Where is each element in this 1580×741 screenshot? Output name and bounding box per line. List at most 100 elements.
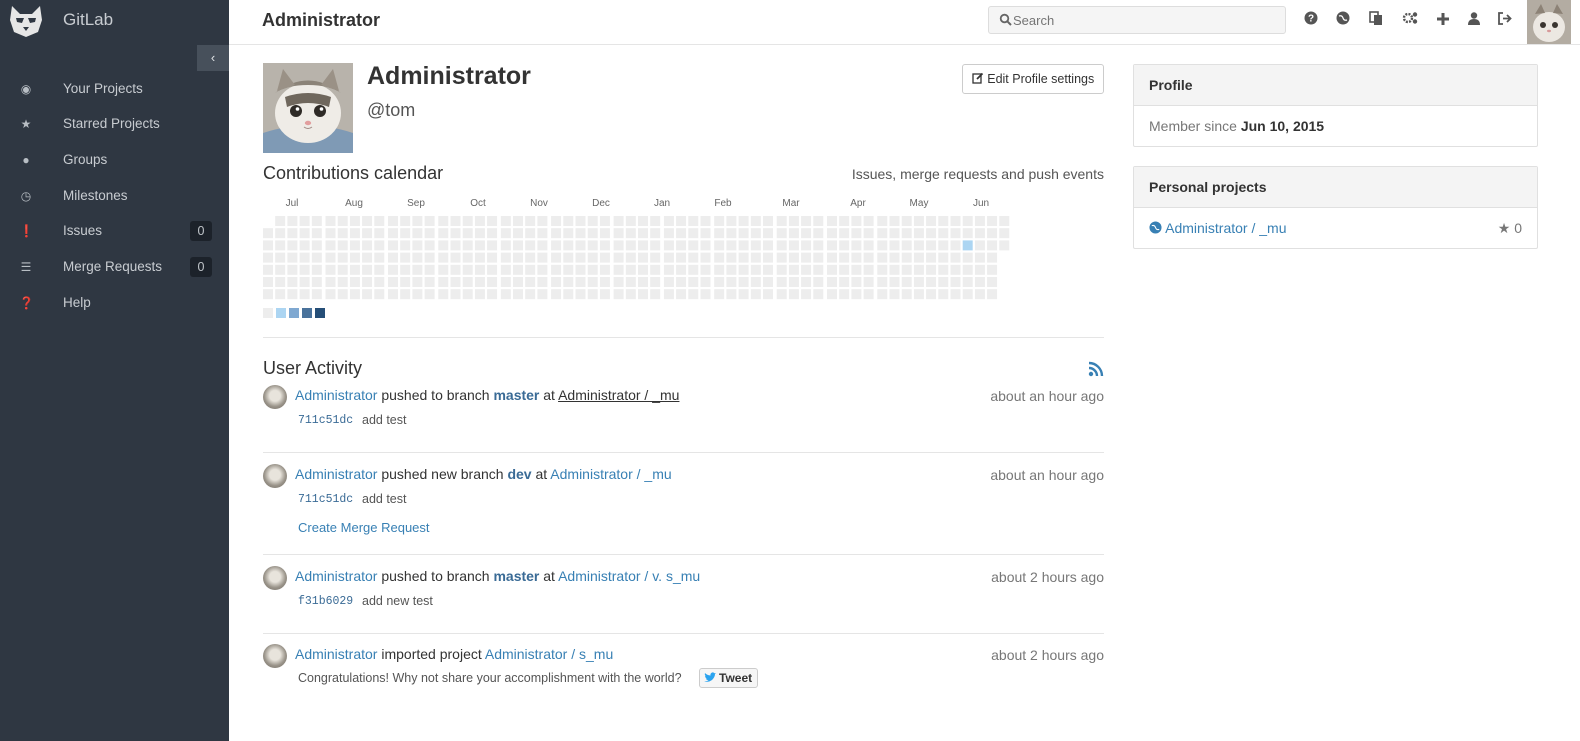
calendar-day-cell[interactable]: [877, 216, 888, 226]
calendar-day-cell[interactable]: [487, 264, 498, 275]
calendar-day-cell[interactable]: [851, 289, 862, 300]
commit-sha-link[interactable]: 711c51dc: [298, 414, 353, 427]
calendar-day-cell[interactable]: [788, 264, 799, 275]
calendar-day-cell[interactable]: [813, 289, 824, 300]
calendar-day-cell[interactable]: [263, 240, 273, 251]
calendar-day-cell[interactable]: [901, 289, 912, 300]
calendar-day-cell[interactable]: [813, 228, 824, 239]
calendar-day-cell[interactable]: [599, 289, 610, 300]
calendar-day-cell[interactable]: [889, 264, 900, 275]
calendar-day-cell[interactable]: [688, 289, 699, 300]
calendar-day-cell[interactable]: [599, 252, 610, 263]
calendar-day-cell[interactable]: [801, 228, 812, 239]
calendar-day-cell[interactable]: [987, 216, 998, 226]
calendar-day-cell[interactable]: [325, 252, 336, 263]
calendar-day-cell[interactable]: [763, 264, 773, 275]
calendar-day-cell[interactable]: [638, 252, 648, 263]
calendar-day-cell[interactable]: [474, 252, 485, 263]
calendar-day-cell[interactable]: [563, 216, 574, 226]
calendar-day-cell[interactable]: [362, 228, 373, 239]
calendar-day-cell[interactable]: [299, 228, 310, 239]
calendar-day-cell[interactable]: [663, 240, 674, 251]
calendar-day-cell[interactable]: [650, 277, 661, 287]
calendar-day-cell[interactable]: [889, 289, 900, 300]
calendar-day-cell[interactable]: [688, 277, 699, 287]
calendar-day-cell[interactable]: [974, 228, 985, 239]
calendar-day-cell[interactable]: [801, 264, 812, 275]
calendar-day-cell[interactable]: [839, 252, 850, 263]
calendar-day-cell[interactable]: [714, 252, 725, 263]
calendar-day-cell[interactable]: [877, 252, 888, 263]
calendar-day-cell[interactable]: [813, 216, 824, 226]
cogs-icon[interactable]: [1401, 11, 1419, 29]
calendar-day-cell[interactable]: [563, 228, 574, 239]
calendar-day-cell[interactable]: [374, 228, 385, 239]
calendar-day-cell[interactable]: [950, 289, 961, 300]
calendar-day-cell[interactable]: [827, 252, 837, 263]
calendar-day-cell[interactable]: [325, 228, 336, 239]
calendar-day-cell[interactable]: [287, 240, 298, 251]
calendar-day-cell[interactable]: [400, 240, 411, 251]
calendar-day-cell[interactable]: [613, 240, 624, 251]
calendar-day-cell[interactable]: [599, 264, 610, 275]
calendar-day-cell[interactable]: [974, 289, 985, 300]
project-row[interactable]: Administrator / _mu ★ 0: [1134, 208, 1537, 248]
calendar-day-cell[interactable]: [700, 289, 711, 300]
calendar-day-cell[interactable]: [400, 289, 411, 300]
calendar-day-cell[interactable]: [412, 252, 423, 263]
calendar-day-cell[interactable]: [325, 277, 336, 287]
calendar-day-cell[interactable]: [374, 216, 385, 226]
calendar-day-cell[interactable]: [839, 228, 850, 239]
calendar-day-cell[interactable]: [263, 228, 273, 239]
calendar-day-cell[interactable]: [299, 277, 310, 287]
user-icon[interactable]: [1465, 11, 1483, 29]
calendar-day-cell[interactable]: [813, 264, 824, 275]
calendar-day-cell[interactable]: [938, 228, 949, 239]
create-merge-request-link[interactable]: Create Merge Request: [298, 520, 430, 535]
calendar-day-cell[interactable]: [889, 240, 900, 251]
calendar-day-cell[interactable]: [676, 277, 687, 287]
calendar-day-cell[interactable]: [625, 264, 636, 275]
calendar-day-cell[interactable]: [726, 277, 737, 287]
calendar-day-cell[interactable]: [613, 289, 624, 300]
calendar-day-cell[interactable]: [400, 216, 411, 226]
calendar-day-cell[interactable]: [625, 216, 636, 226]
calendar-day-cell[interactable]: [525, 216, 536, 226]
sidebar-item-milestones[interactable]: ◷ Milestones: [0, 180, 229, 214]
calendar-day-cell[interactable]: [587, 216, 598, 226]
calendar-day-cell[interactable]: [688, 216, 699, 226]
calendar-day-cell[interactable]: [263, 252, 273, 263]
calendar-day-cell[interactable]: [726, 264, 737, 275]
calendar-day-cell[interactable]: [851, 264, 862, 275]
sidebar-item-help[interactable]: ❓ Help: [0, 287, 229, 321]
calendar-day-cell[interactable]: [638, 277, 648, 287]
calendar-day-cell[interactable]: [474, 216, 485, 226]
calendar-day-cell[interactable]: [700, 228, 711, 239]
calendar-day-cell[interactable]: [750, 216, 761, 226]
calendar-day-cell[interactable]: [950, 277, 961, 287]
calendar-day-cell[interactable]: [877, 264, 888, 275]
calendar-day-cell[interactable]: [525, 289, 536, 300]
calendar-day-cell[interactable]: [500, 289, 511, 300]
calendar-day-cell[interactable]: [938, 277, 949, 287]
calendar-day-cell[interactable]: [424, 277, 435, 287]
calendar-day-cell[interactable]: [901, 277, 912, 287]
calendar-day-cell[interactable]: [950, 252, 961, 263]
calendar-day-cell[interactable]: [374, 289, 385, 300]
calendar-day-cell[interactable]: [987, 252, 998, 263]
calendar-day-cell[interactable]: [974, 252, 985, 263]
calendar-day-cell[interactable]: [337, 277, 348, 287]
calendar-day-cell[interactable]: [750, 264, 761, 275]
calendar-day-cell[interactable]: [663, 252, 674, 263]
plus-icon[interactable]: [1434, 11, 1452, 29]
calendar-day-cell[interactable]: [813, 252, 824, 263]
calendar-day-cell[interactable]: [599, 228, 610, 239]
calendar-day-cell[interactable]: [788, 216, 799, 226]
calendar-day-cell[interactable]: [474, 240, 485, 251]
calendar-day-cell[interactable]: [763, 252, 773, 263]
calendar-day-cell[interactable]: [551, 240, 562, 251]
calendar-day-cell[interactable]: [388, 252, 398, 263]
calendar-day-cell[interactable]: [450, 228, 461, 239]
calendar-day-cell[interactable]: [726, 216, 737, 226]
calendar-day-cell[interactable]: [889, 277, 900, 287]
